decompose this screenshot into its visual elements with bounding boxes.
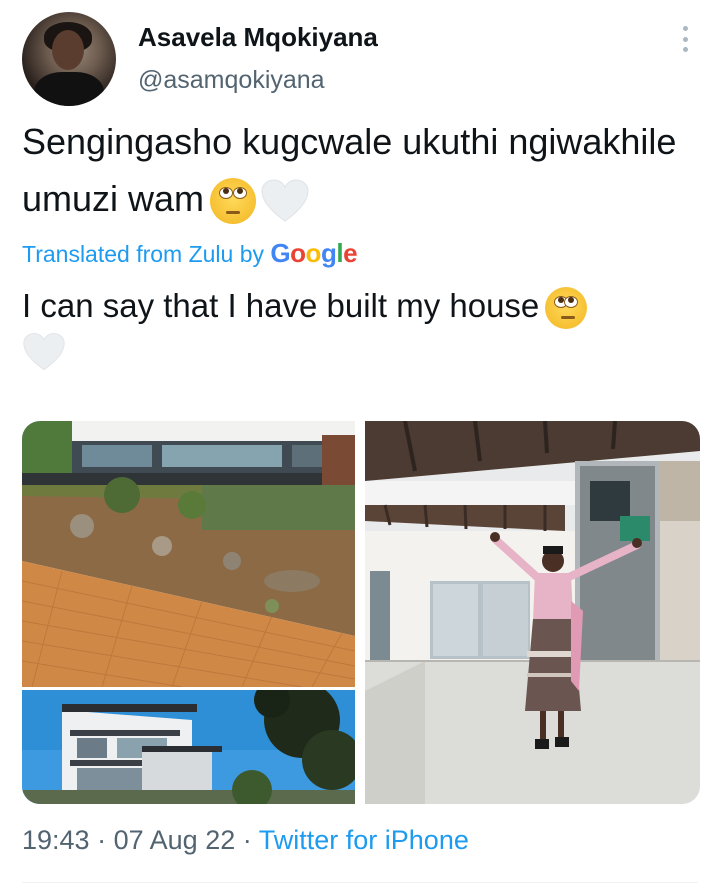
avatar[interactable]	[22, 12, 116, 106]
house-exterior-balconies-photo[interactable]	[22, 690, 355, 804]
meta-separator: ·	[242, 825, 252, 855]
translated-label: Translated from Zulu by	[22, 241, 265, 267]
face-with-rolling-eyes-emoji	[210, 178, 257, 225]
translation-text-body: I can say that I have built my house	[22, 287, 540, 324]
meta-separator: ·	[97, 825, 107, 855]
tweet-date[interactable]: 07 Aug 22	[114, 825, 236, 855]
google-logo: Google	[270, 238, 358, 268]
more-vertical-icon[interactable]	[680, 26, 690, 52]
house-garden-driveway-photo[interactable]	[22, 421, 355, 687]
woman-celebrating-patio-photo[interactable]	[365, 421, 700, 804]
white-heart-emoji	[23, 333, 65, 371]
tweet-source-link[interactable]: Twitter for iPhone	[259, 825, 469, 855]
face-with-rolling-eyes-emoji	[545, 287, 588, 330]
tweet-time[interactable]: 19:43	[22, 825, 90, 855]
tweet-timestamp-row: 19:43 · 07 Aug 22 · Twitter for iPhone	[22, 825, 469, 856]
tweet-text: Sengingasho kugcwale ukuthi ngiwakhile u…	[22, 113, 702, 227]
author-display-name[interactable]: Asavela Mqokiyana	[138, 22, 378, 53]
translated-from-link[interactable]: Translated from Zulu by Google	[22, 238, 358, 269]
tweet-card: Asavela Mqokiyana @asamqokiyana Senginga…	[0, 0, 720, 894]
media-grid[interactable]	[22, 421, 700, 804]
divider	[22, 882, 698, 883]
white-heart-emoji	[261, 179, 309, 223]
translation-text: I can say that I have built my house	[22, 280, 702, 332]
author-handle[interactable]: @asamqokiyana	[138, 66, 325, 95]
tweet-text-body: Sengingasho kugcwale ukuthi ngiwakhile u…	[22, 121, 677, 219]
